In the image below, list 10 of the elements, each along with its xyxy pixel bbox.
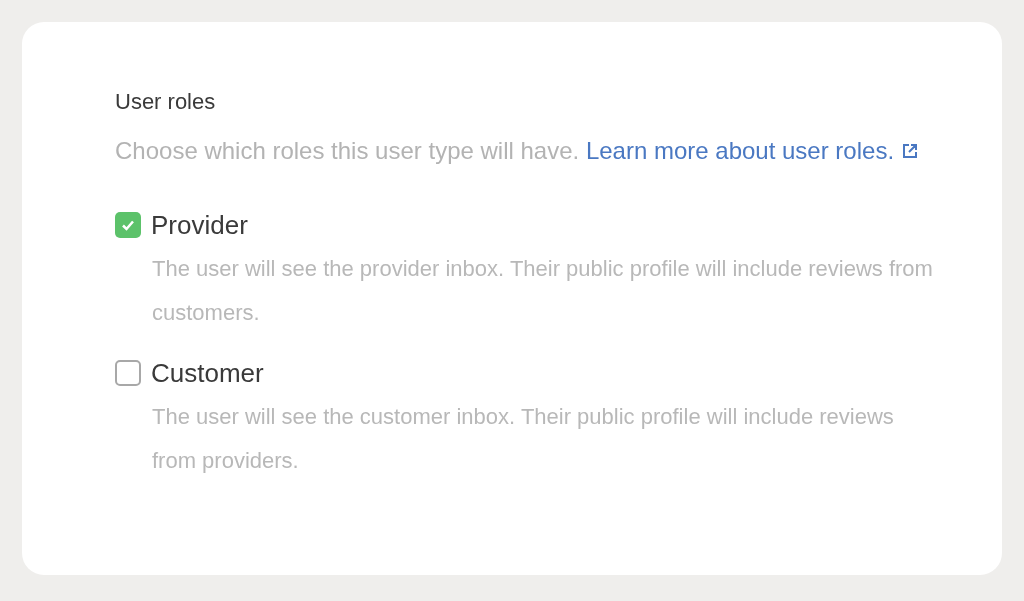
role-label: Customer: [151, 357, 264, 390]
section-description: Choose which roles this user type will have. Learn more about user roles.: [115, 128, 922, 173]
role-checkbox[interactable]: [115, 360, 141, 386]
external-link-icon: [902, 142, 919, 159]
section-title: User roles: [115, 88, 217, 116]
role-checkbox[interactable]: [115, 212, 141, 238]
role-description: The user will see the customer inbox. Their public profile will include reviews from providers.: [152, 403, 895, 475]
role-label: Provider: [151, 209, 248, 242]
learn-more-link[interactable]: Learn more about user roles.: [585, 128, 919, 173]
role-description: The user will see the provider inbox. Their public profile will include reviews from customers.: [152, 255, 934, 327]
